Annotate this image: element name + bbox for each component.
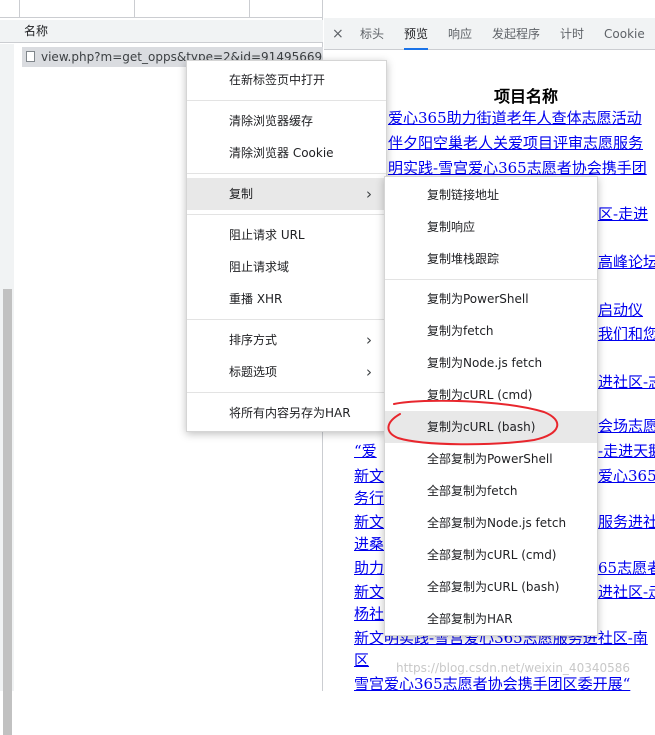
preview-link[interactable]: 会场志愿 bbox=[598, 416, 655, 436]
preview-link[interactable]: 服务进社 bbox=[598, 512, 655, 532]
preview-link[interactable]: 进社区-走 bbox=[598, 582, 655, 602]
menu-item-open-new-tab[interactable]: 在新标签页中打开 bbox=[187, 64, 386, 96]
column-title: 项目名称 bbox=[494, 87, 559, 106]
tab-preview[interactable]: 预览 bbox=[404, 18, 429, 50]
preview-link[interactable]: 伴夕阳空巢老人关爱项目评审志愿服务 bbox=[388, 133, 643, 153]
submenu-item-copy-curl-bash[interactable]: 复制为cURL (bash) bbox=[385, 411, 597, 443]
preview-link[interactable]: 新文 bbox=[354, 512, 384, 532]
preview-link[interactable]: 进桑 bbox=[354, 534, 384, 554]
submenu-item-copy-fetch[interactable]: 复制为fetch bbox=[385, 315, 597, 347]
menu-separator bbox=[187, 319, 386, 320]
preview-link[interactable]: 雪宫爱心365志愿者协会携手团区委开展“ bbox=[354, 674, 630, 691]
context-menu: 在新标签页中打开 清除浏览器缓存 清除浏览器 Cookie 复制 › 阻止请求 U… bbox=[186, 60, 387, 432]
menu-item-clear-cache[interactable]: 清除浏览器缓存 bbox=[187, 105, 386, 137]
submenu-item-copy-powershell[interactable]: 复制为PowerShell bbox=[385, 283, 597, 315]
tab-headers[interactable]: 标头 bbox=[360, 18, 384, 50]
copy-submenu: 复制链接地址 复制响应 复制堆栈跟踪 复制为PowerShell 复制为fetc… bbox=[384, 176, 598, 636]
preview-link[interactable]: -走进天鹅 bbox=[598, 441, 655, 461]
chevron-right-icon: › bbox=[366, 185, 372, 203]
menu-item-save-har[interactable]: 将所有内容另存为HAR bbox=[187, 397, 386, 429]
menu-item-sort-by[interactable]: 排序方式 › bbox=[187, 324, 386, 356]
menu-item-clear-cookies[interactable]: 清除浏览器 Cookie bbox=[187, 137, 386, 169]
submenu-item-copy-all-fetch[interactable]: 全部复制为fetch bbox=[385, 475, 597, 507]
tab-response[interactable]: 响应 bbox=[448, 18, 472, 50]
preview-link[interactable]: 区 bbox=[354, 650, 369, 670]
preview-link[interactable]: 明实践-雪宫爱心365志愿者协会携手团 bbox=[388, 158, 647, 178]
submenu-item-copy-stack[interactable]: 复制堆栈跟踪 bbox=[385, 243, 597, 275]
preview-link[interactable]: 65志愿者 bbox=[598, 558, 655, 578]
filter-strip bbox=[0, 0, 323, 18]
preview-link[interactable]: 务行 bbox=[354, 488, 384, 508]
menu-separator bbox=[385, 279, 597, 280]
submenu-item-copy-node-fetch[interactable]: 复制为Node.js fetch bbox=[385, 347, 597, 379]
preview-link[interactable]: 爱心365助力街道老年人查体志愿活动 bbox=[388, 108, 642, 128]
menu-separator bbox=[187, 214, 386, 215]
scrollbar-track[interactable] bbox=[0, 44, 14, 735]
menu-item-replay-xhr[interactable]: 重播 XHR bbox=[187, 283, 386, 315]
submenu-item-copy-curl-cmd[interactable]: 复制为cURL (cmd) bbox=[385, 379, 597, 411]
menu-separator bbox=[187, 100, 386, 101]
preview-link[interactable]: 进社区-志 bbox=[598, 372, 655, 392]
submenu-item-copy-all-node-fetch[interactable]: 全部复制为Node.js fetch bbox=[385, 507, 597, 539]
menu-separator bbox=[187, 392, 386, 393]
watermark-text: https://blog.csdn.net/weixin_40340586 bbox=[396, 661, 631, 675]
preview-link[interactable]: 区-走进 bbox=[598, 204, 648, 224]
scrollbar-thumb[interactable] bbox=[3, 289, 12, 735]
tab-timing[interactable]: 计时 bbox=[560, 18, 584, 50]
submenu-item-copy-all-powershell[interactable]: 全部复制为PowerShell bbox=[385, 443, 597, 475]
menu-item-block-domain[interactable]: 阻止请求域 bbox=[187, 251, 386, 283]
preview-link[interactable]: 新文 bbox=[354, 466, 384, 486]
submenu-item-copy-all-har[interactable]: 全部复制为HAR bbox=[385, 603, 597, 635]
submenu-item-copy-all-curl-bash[interactable]: 全部复制为cURL (bash) bbox=[385, 571, 597, 603]
details-tabbar: × 标头 预览 响应 发起程序 计时 Cookie bbox=[324, 18, 655, 50]
chevron-right-icon: › bbox=[366, 363, 372, 381]
submenu-item-copy-response[interactable]: 复制响应 bbox=[385, 211, 597, 243]
chevron-right-icon: › bbox=[366, 331, 372, 349]
preview-link[interactable]: 助力 bbox=[354, 558, 384, 578]
preview-link[interactable]: 爱心365 bbox=[598, 466, 655, 486]
preview-link[interactable]: 新文 bbox=[354, 582, 384, 602]
tab-initiator[interactable]: 发起程序 bbox=[492, 18, 540, 50]
name-column-header[interactable]: 名称 bbox=[0, 20, 323, 43]
preview-link[interactable]: “爱 bbox=[354, 441, 377, 461]
submenu-item-copy-all-curl-cmd[interactable]: 全部复制为cURL (cmd) bbox=[385, 539, 597, 571]
menu-item-block-url[interactable]: 阻止请求 URL bbox=[187, 219, 386, 251]
close-icon[interactable]: × bbox=[332, 18, 344, 50]
menu-item-header-options[interactable]: 标题选项 › bbox=[187, 356, 386, 388]
preview-link[interactable]: 高峰论坛 bbox=[598, 252, 655, 272]
preview-link[interactable]: 杨社 bbox=[354, 604, 384, 624]
tab-cookie[interactable]: Cookie bbox=[604, 18, 645, 50]
menu-item-copy[interactable]: 复制 › bbox=[187, 178, 386, 210]
file-icon bbox=[26, 51, 35, 62]
preview-link[interactable]: 启动仪 bbox=[598, 300, 643, 320]
submenu-item-copy-link[interactable]: 复制链接地址 bbox=[385, 179, 597, 211]
preview-link[interactable]: 我们和您 bbox=[598, 324, 655, 344]
menu-separator bbox=[187, 173, 386, 174]
